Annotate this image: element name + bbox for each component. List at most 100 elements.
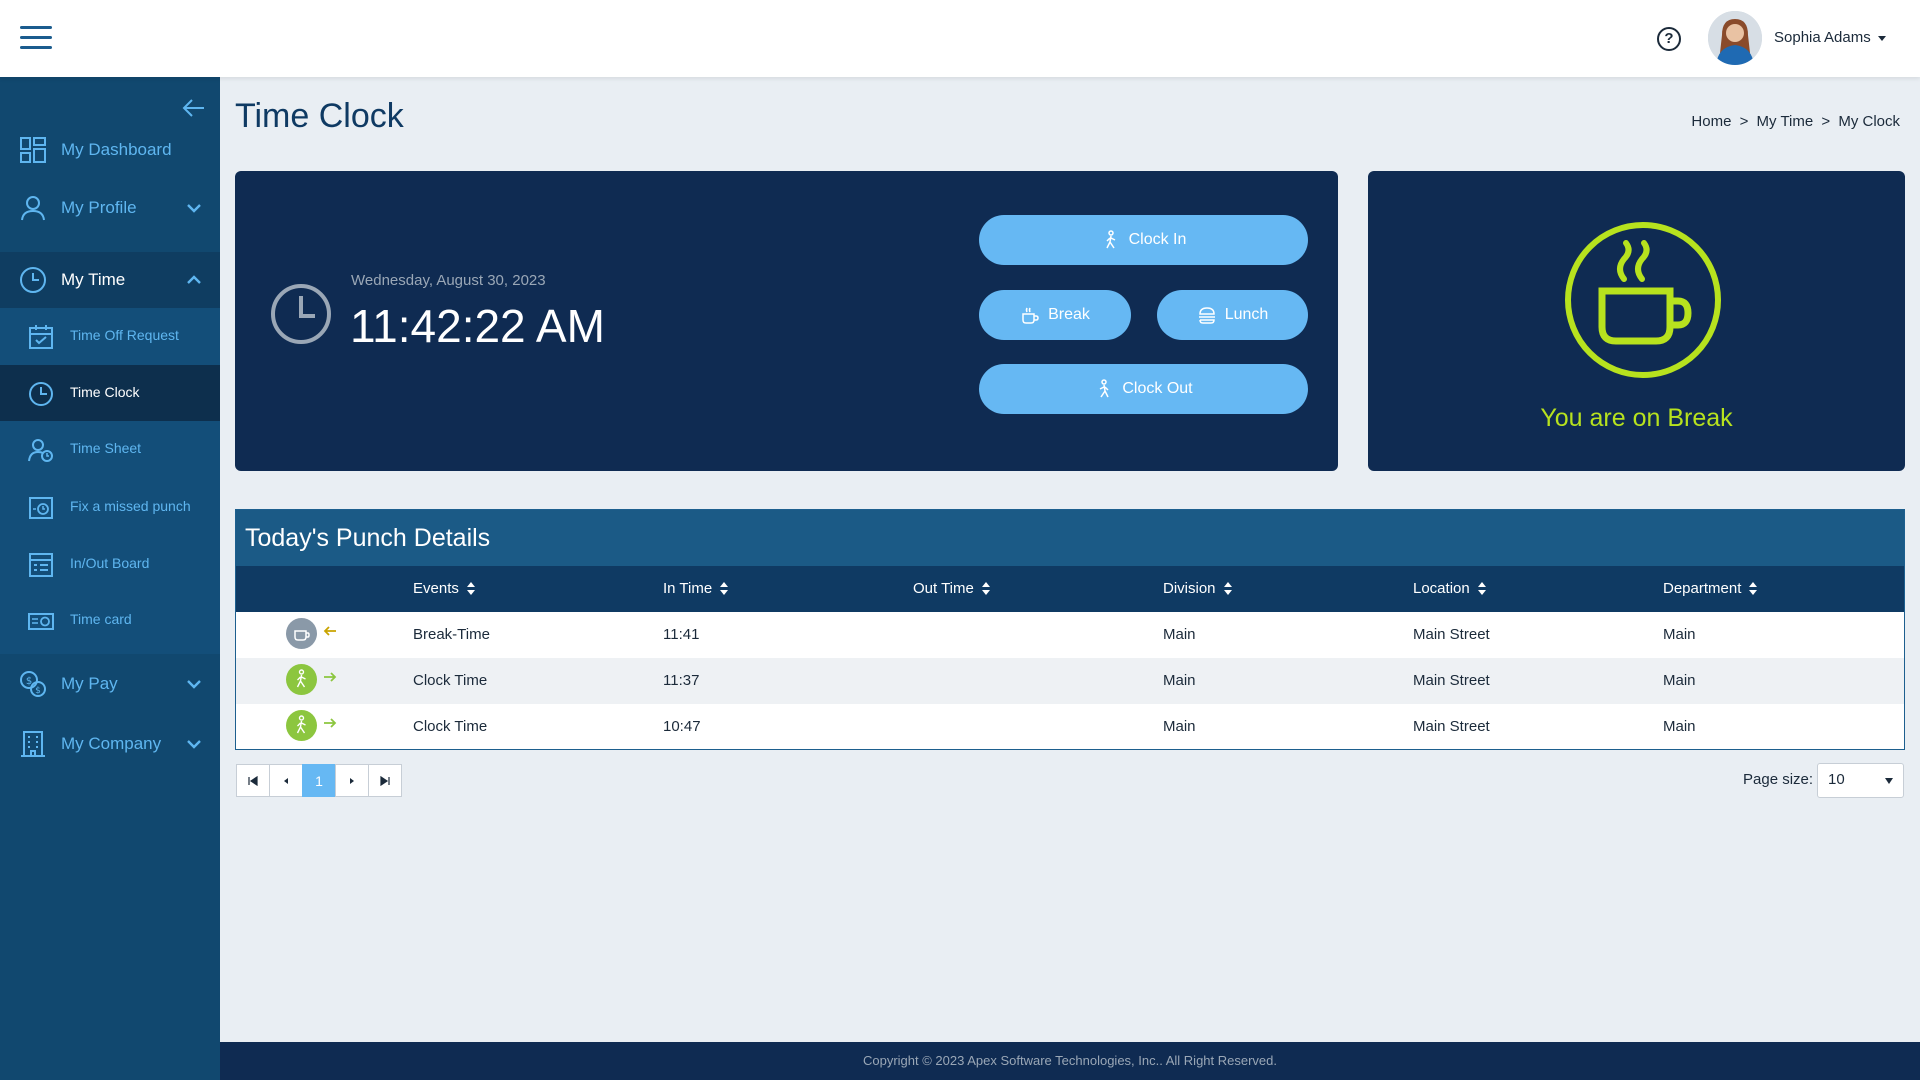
- clock-out-button[interactable]: Clock Out: [979, 364, 1308, 414]
- column-label: Out Time: [913, 580, 974, 597]
- cell-division: Main: [1163, 626, 1196, 643]
- column-label: Department: [1663, 580, 1742, 597]
- next-page-button[interactable]: [335, 764, 369, 797]
- breadcrumb-my-time[interactable]: My Time: [1757, 113, 1814, 130]
- help-icon[interactable]: ?: [1657, 27, 1681, 51]
- pagination: 1: [236, 764, 402, 797]
- cell-event: Clock Time: [413, 718, 488, 735]
- user-name[interactable]: Sophia Adams: [1774, 29, 1871, 46]
- chevron-up-icon: [187, 275, 201, 284]
- cell-department: Main: [1663, 672, 1696, 689]
- sort-icon: [981, 582, 990, 595]
- hamburger-menu-icon[interactable]: [20, 26, 52, 50]
- breadcrumb-separator: >: [1821, 113, 1831, 130]
- column-header-out-time[interactable]: Out Time: [913, 580, 990, 597]
- break-status-text: You are on Break: [1540, 404, 1733, 432]
- chevron-down-icon: [187, 680, 201, 689]
- sidebar-subitem-time-card[interactable]: Time card: [0, 592, 220, 648]
- sort-icon: [1223, 582, 1232, 595]
- calendar-check-icon: [29, 325, 53, 349]
- column-header-division[interactable]: Division: [1163, 580, 1232, 597]
- walking-person-icon: [1100, 379, 1110, 398]
- sidebar-subitem-time-off-request[interactable]: Time Off Request: [0, 308, 220, 364]
- clock-icon: [271, 284, 331, 344]
- page-size-label: Page size:: [1743, 771, 1814, 788]
- timer-fix-icon: [29, 497, 53, 519]
- prev-page-button[interactable]: [269, 764, 303, 797]
- column-label: Location: [1413, 580, 1470, 597]
- sidebar-subitem-label: Time Off Request: [70, 327, 179, 343]
- page-1-button[interactable]: 1: [302, 764, 336, 797]
- clock-icon: [20, 267, 46, 293]
- cell-in-time: 11:37: [663, 672, 700, 689]
- punch-details-panel: Today's Punch Details Events In Time Out…: [235, 509, 1905, 750]
- sidebar-subitem-time-sheet[interactable]: Time Sheet: [0, 421, 220, 477]
- sidebar-subitem-label: Time Clock: [70, 384, 140, 400]
- column-label: Events: [413, 580, 459, 597]
- page-size-select[interactable]: 10: [1817, 763, 1904, 798]
- sidebar-subitem-fix-missed-punch[interactable]: Fix a missed punch: [0, 479, 220, 535]
- sidebar-subitem-in-out-board[interactable]: In/Out Board: [0, 536, 220, 592]
- arrow-right-icon: [324, 672, 337, 682]
- cell-in-time: 11:41: [663, 626, 700, 643]
- first-page-button[interactable]: [236, 764, 270, 797]
- sidebar-item-my-time[interactable]: My Time: [0, 252, 220, 308]
- cell-event: Break-Time: [413, 626, 490, 643]
- clock-in-label: Clock In: [1128, 231, 1187, 248]
- chevron-down-icon: [187, 204, 201, 213]
- sidebar-item-label: My Pay: [61, 674, 118, 693]
- table-row: Clock Time 11:37 Main Main Street Main: [236, 658, 1904, 704]
- walking-person-icon: [286, 710, 317, 741]
- clock-out-label: Clock Out: [1122, 380, 1193, 397]
- column-header-events[interactable]: Events: [413, 580, 475, 597]
- sidebar-item-dashboard[interactable]: My Dashboard: [0, 121, 220, 179]
- last-page-button[interactable]: [368, 764, 402, 797]
- column-label: Division: [1163, 580, 1216, 597]
- sidebar-item-label: My Company: [61, 734, 162, 753]
- user-icon: [21, 196, 45, 221]
- top-bar: ? Sophia Adams: [0, 0, 1920, 77]
- lunch-label: Lunch: [1224, 306, 1269, 323]
- svg-text:$: $: [35, 686, 41, 696]
- user-menu-caret-icon[interactable]: [1878, 36, 1886, 41]
- cell-location: Main Street: [1413, 626, 1490, 643]
- breadcrumb-separator: >: [1739, 113, 1749, 130]
- breadcrumb-home[interactable]: Home: [1691, 113, 1731, 130]
- sidebar-item-my-pay[interactable]: $ $ My Pay: [0, 654, 220, 714]
- panel-title: Today's Punch Details: [236, 510, 1904, 566]
- cell-location: Main Street: [1413, 672, 1490, 689]
- clock-in-button[interactable]: Clock In: [979, 215, 1308, 265]
- current-time: 11:42:22 AM: [350, 300, 605, 352]
- column-header-location[interactable]: Location: [1413, 580, 1486, 597]
- cell-event: Clock Time: [413, 672, 488, 689]
- table-row: Break-Time 11:41 Main Main Street Main: [236, 612, 1904, 658]
- burger-icon: [1198, 307, 1215, 324]
- page-size-value: 10: [1828, 771, 1845, 788]
- break-label: Break: [1048, 306, 1090, 323]
- next-page-icon: [350, 777, 354, 784]
- sort-icon: [720, 582, 729, 595]
- svg-text:$: $: [26, 676, 32, 687]
- coffee-icon: [1022, 307, 1039, 324]
- lunch-button[interactable]: Lunch: [1157, 290, 1308, 340]
- sidebar-item-my-company[interactable]: My Company: [0, 714, 220, 774]
- collapse-arrow-icon[interactable]: [181, 95, 207, 121]
- break-button[interactable]: Break: [979, 290, 1131, 340]
- sidebar-subitem-label: In/Out Board: [70, 555, 150, 571]
- sidebar-item-profile[interactable]: My Profile: [0, 179, 220, 237]
- column-header-in-time[interactable]: In Time: [663, 580, 729, 597]
- dashboard-icon: [20, 137, 46, 163]
- sidebar-item-label: My Time: [61, 270, 126, 289]
- breadcrumb-my-clock: My Clock: [1838, 113, 1900, 130]
- cell-department: Main: [1663, 626, 1696, 643]
- arrow-right-icon: [324, 718, 337, 728]
- cell-location: Main Street: [1413, 718, 1490, 735]
- column-header-department[interactable]: Department: [1663, 580, 1758, 597]
- sidebar-subitem-time-clock[interactable]: Time Clock: [0, 365, 220, 421]
- current-date: Wednesday, August 30, 2023: [351, 272, 546, 289]
- avatar[interactable]: [1708, 11, 1762, 65]
- sidebar: My Dashboard My Profile My Time Time Off…: [0, 77, 220, 1080]
- last-page-icon: [380, 775, 390, 786]
- prev-page-icon: [284, 777, 288, 784]
- sort-icon: [1477, 582, 1486, 595]
